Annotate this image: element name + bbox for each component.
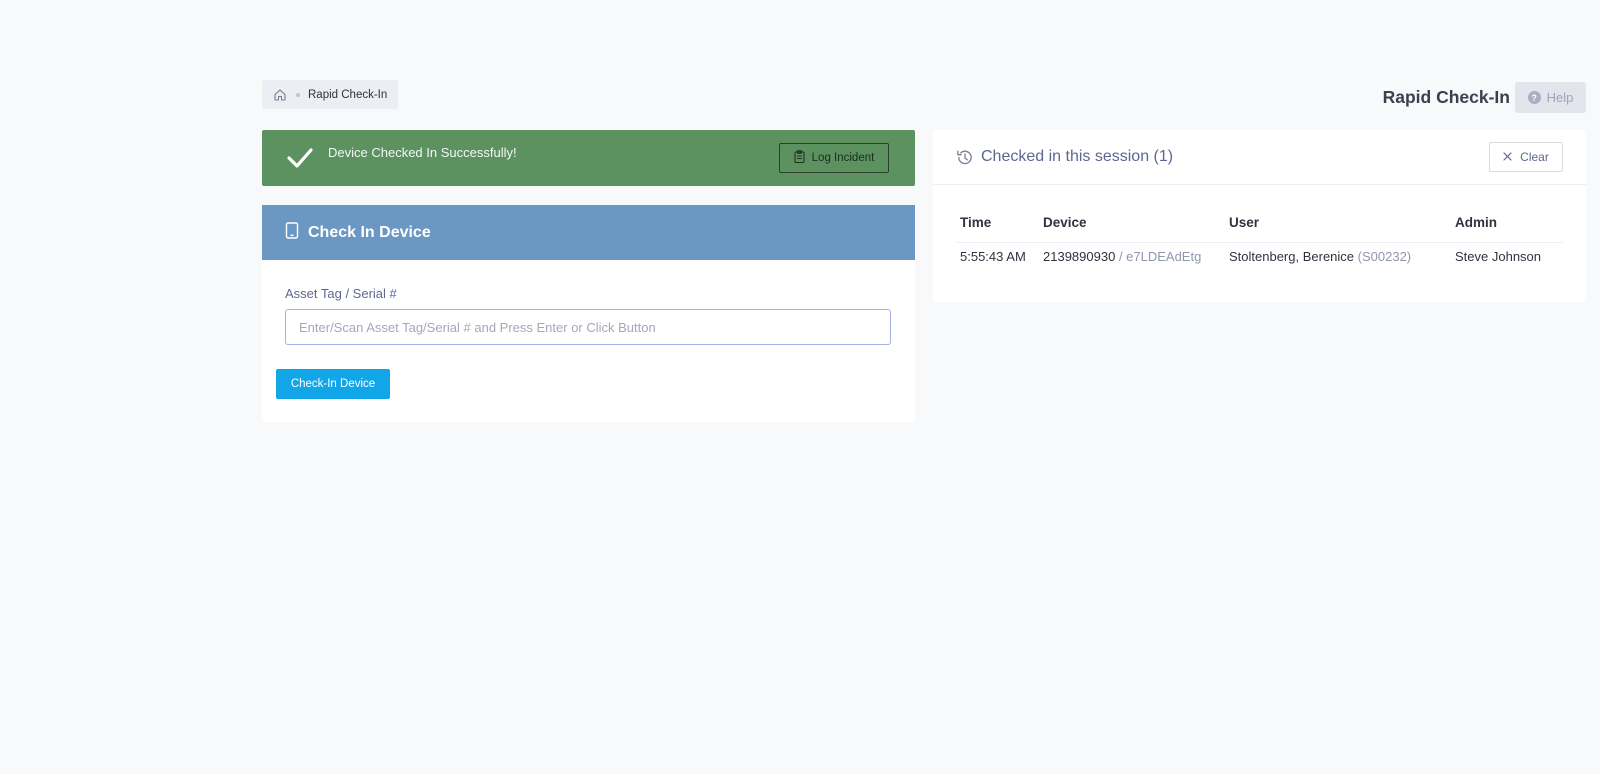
check-in-header: Check In Device	[262, 205, 915, 260]
check-in-card: Check In Device Asset Tag / Serial # Che…	[262, 205, 915, 422]
clipboard-icon	[794, 150, 805, 166]
alert-message: Device Checked In Successfully!	[328, 145, 517, 160]
cell-device: 2139890930 / e7LDEAdEtg	[1039, 243, 1225, 264]
cell-user: Stoltenberg, Berenice (S00232)	[1225, 243, 1451, 264]
column-user: User	[1225, 215, 1451, 243]
log-incident-label: Log Incident	[811, 152, 875, 164]
table-header-row: Time Device User Admin	[956, 215, 1563, 243]
asset-tag-label: Asset Tag / Serial #	[285, 286, 397, 301]
column-time: Time	[956, 215, 1039, 243]
breadcrumb: Rapid Check-In	[262, 80, 399, 109]
home-icon[interactable]	[273, 88, 287, 102]
session-table: Time Device User Admin 5:55:43 AM 213989…	[956, 215, 1563, 264]
page-title: Rapid Check-In	[1382, 87, 1510, 107]
clear-label: Clear	[1520, 150, 1549, 164]
checkmark-icon	[286, 144, 314, 177]
asset-tag-input[interactable]	[285, 309, 891, 345]
cell-admin: Steve Johnson	[1455, 249, 1542, 264]
check-in-button[interactable]: Check-In Device	[276, 369, 390, 399]
column-device: Device	[1039, 215, 1225, 243]
check-in-title: Check In Device	[308, 223, 431, 241]
cell-time: 5:55:43 AM	[960, 249, 1026, 264]
close-icon	[1503, 150, 1512, 164]
device-serial: / e7LDEAdEtg	[1118, 249, 1202, 264]
help-button[interactable]: ? Help	[1515, 82, 1586, 113]
session-title: Checked in this session (1)	[981, 148, 1174, 165]
question-icon: ?	[1527, 91, 1541, 104]
session-card: Checked in this session (1) Clear Time D…	[933, 130, 1586, 302]
help-label: Help	[1546, 90, 1574, 105]
success-alert: Device Checked In Successfully! Log Inci…	[262, 130, 915, 186]
breadcrumb-separator	[296, 92, 300, 97]
tablet-icon	[285, 221, 299, 244]
table-row: 5:55:43 AM 2139890930 / e7LDEAdEtg Stolt…	[956, 243, 1563, 264]
log-incident-button[interactable]: Log Incident	[779, 143, 889, 173]
breadcrumb-current: Rapid Check-In	[308, 88, 388, 101]
session-header: Checked in this session (1) Clear	[933, 130, 1586, 185]
user-name[interactable]: Stoltenberg, Berenice	[1229, 249, 1354, 264]
user-id: (S00232)	[1357, 249, 1412, 264]
column-admin: Admin	[1451, 215, 1563, 243]
device-asset-tag[interactable]: 2139890930	[1043, 249, 1115, 264]
clear-button[interactable]: Clear	[1489, 142, 1563, 172]
history-icon	[955, 148, 974, 172]
